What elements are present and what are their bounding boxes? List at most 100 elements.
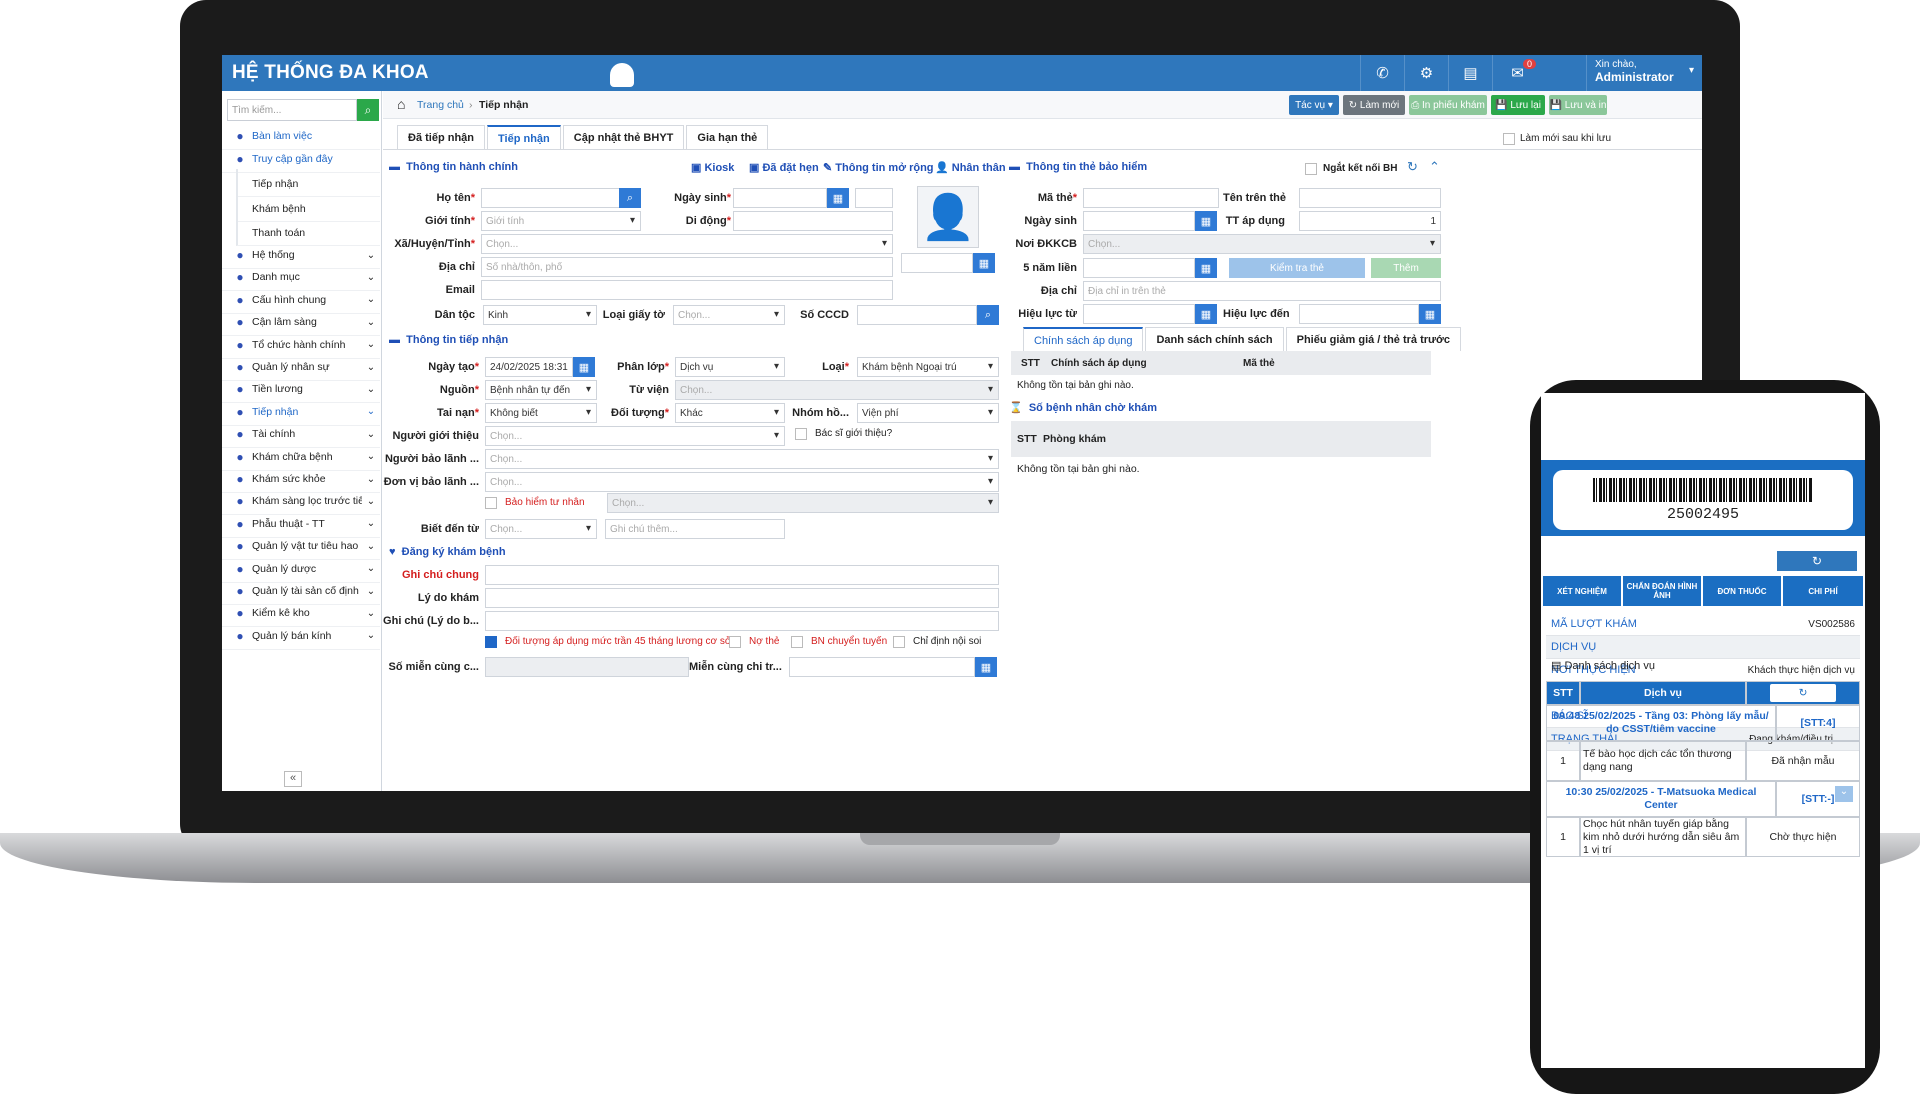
tab-voucher[interactable]: Phiếu giảm giá / thẻ trả trước <box>1285 327 1461 351</box>
calendar-icon[interactable]: ▦ <box>1195 211 1217 231</box>
phone-tab-imaging[interactable]: CHẨN ĐOÁN HÌNH ẢNH <box>1623 576 1701 606</box>
card-name-input[interactable] <box>1299 188 1441 208</box>
name-label: Họ tên* <box>436 192 475 204</box>
email-input[interactable] <box>481 280 893 300</box>
tab-policy-list[interactable]: Danh sách chính sách <box>1145 327 1284 351</box>
phone-tab-lab[interactable]: XÉT NGHIỆM <box>1543 576 1621 606</box>
dob-input[interactable] <box>733 188 827 208</box>
svc-group-title[interactable]: 09:48 25/02/2025 - Tầng 03: Phòng lấy mẫ… <box>1546 705 1776 741</box>
subject-select[interactable]: Khác <box>675 403 785 423</box>
task-button[interactable]: Tác vụ ▾ <box>1289 95 1339 115</box>
check-card-button[interactable]: Kiểm tra thẻ <box>1229 258 1365 278</box>
refresh-button[interactable]: ↻ Làm mới <box>1343 95 1405 115</box>
tier-select[interactable]: Dịch vụ <box>675 357 785 377</box>
card-no-input[interactable] <box>1083 188 1219 208</box>
chk-45-checkbox[interactable] <box>485 636 497 648</box>
tt-input[interactable]: 1 <box>1299 211 1441 231</box>
exempt-input[interactable] <box>485 657 689 677</box>
private-insurance-select[interactable]: Chọn... <box>607 493 999 513</box>
relatives-link[interactable]: 👤 Nhân thân <box>935 161 1006 174</box>
phone-tab-cost[interactable]: CHI PHÍ <box>1783 576 1863 606</box>
phone-refresh-button[interactable]: ↻ <box>1777 551 1857 571</box>
phone-icon[interactable]: ✆ <box>1360 55 1404 91</box>
print-button[interactable]: ⎙ In phiếu khám <box>1409 95 1487 115</box>
address-input[interactable]: Số nhà/thôn, phố <box>481 257 893 277</box>
name-input[interactable] <box>481 188 621 208</box>
search-icon[interactable]: ⌕ <box>357 99 379 121</box>
ins-dob-input[interactable] <box>1083 211 1195 231</box>
calendar-icon[interactable]: ▦ <box>827 188 849 208</box>
home-icon[interactable]: ⌂ <box>397 96 405 112</box>
source-select[interactable]: Bệnh nhân tự đến <box>485 380 597 400</box>
calendar-icon[interactable]: ▦ <box>1419 304 1441 324</box>
ref-doctor-checkbox[interactable] <box>795 428 807 440</box>
knew-from-select[interactable]: Chọn... <box>485 519 597 539</box>
paper-type-select[interactable]: Chọn... <box>673 305 785 325</box>
new-after-save-checkbox[interactable] <box>1503 133 1515 145</box>
accident-select[interactable]: Không biết <box>485 403 597 423</box>
type-select[interactable]: Khám bệnh Ngoại trú <box>857 357 999 377</box>
valid-to-input[interactable] <box>1299 304 1419 324</box>
guarantor-select[interactable]: Chọn... <box>485 449 999 469</box>
grid-icon[interactable]: ▦ <box>973 253 995 273</box>
note2-input[interactable] <box>485 611 999 631</box>
svc-group-title[interactable]: 10:30 25/02/2025 - T-Matsuoka Medical Ce… <box>1546 781 1776 817</box>
debt-checkbox[interactable] <box>729 636 741 648</box>
tab-policy-applied[interactable]: Chính sách áp dụng <box>1023 327 1144 351</box>
common-note-input[interactable] <box>485 565 999 585</box>
sidebar-collapse-button[interactable]: « <box>284 771 302 787</box>
exempt-to-input[interactable] <box>789 657 975 677</box>
calendar-icon[interactable]: ▦ <box>1195 258 1217 278</box>
save-print-button[interactable]: 💾 Lưu và in <box>1549 95 1607 115</box>
tab-extend-card[interactable]: Gia hạn thẻ <box>686 125 769 149</box>
note2-label: Ghi chú (Lý do b... <box>383 615 479 627</box>
five-years-input[interactable] <box>1083 258 1195 278</box>
phone-tab-prescription[interactable]: ĐƠN THUỐC <box>1703 576 1781 606</box>
photo-input[interactable] <box>901 253 973 273</box>
group-select[interactable]: Viện phí <box>857 403 999 423</box>
sidebar-item[interactable]: ● Quản lý bán kính ⌄ <box>222 623 380 650</box>
refresh-icon[interactable]: ↻ <box>1407 159 1418 175</box>
age-input[interactable] <box>855 188 893 208</box>
search-icon[interactable]: ⌕ <box>977 305 999 325</box>
tab-reception[interactable]: Tiếp nhận <box>487 125 561 149</box>
ward-select[interactable]: Chọn... <box>481 234 893 254</box>
group-label: Nhóm hồ... <box>792 407 849 419</box>
calendar-icon[interactable]: ▦ <box>1195 304 1217 324</box>
from-hospital-select[interactable]: Chọn... <box>675 380 999 400</box>
referrer-select[interactable]: Chọn... <box>485 426 785 446</box>
extended-info-link[interactable]: ✎ Thông tin mở rộng <box>823 161 934 174</box>
tab-update-bhyt[interactable]: Cập nhật thẻ BHYT <box>562 125 685 149</box>
ins-address-input[interactable]: Địa chỉ in trên thẻ <box>1083 281 1441 301</box>
reg-place-select[interactable]: Chọn... <box>1083 234 1441 254</box>
transfer-checkbox[interactable] <box>791 636 803 648</box>
tab-received[interactable]: Đã tiếp nhận <box>397 125 486 149</box>
reason-input[interactable] <box>485 588 999 608</box>
disconnect-checkbox[interactable] <box>1305 163 1317 175</box>
ethnic-select[interactable]: Kinh <box>483 305 597 325</box>
chevron-up-icon[interactable]: ⌃ <box>1429 159 1440 175</box>
card-icon[interactable]: ▤ <box>1448 55 1492 91</box>
sidebar-search-input[interactable]: Tìm kiếm... <box>227 99 357 121</box>
cccd-input[interactable] <box>857 305 977 325</box>
endoscopy-checkbox[interactable] <box>893 636 905 648</box>
mail-icon[interactable]: ✉ 0 <box>1492 55 1542 91</box>
calendar-icon[interactable]: ▦ <box>573 357 595 377</box>
save-button[interactable]: 💾 Lưu lại <box>1491 95 1545 115</box>
private-insurance-checkbox[interactable] <box>485 497 497 509</box>
calendar-icon[interactable]: ▦ <box>975 657 997 677</box>
breadcrumb-home[interactable]: Trang chủ <box>417 99 464 111</box>
guarantor-unit-select[interactable]: Chọn... <box>485 472 999 492</box>
add-card-button[interactable]: Thêm <box>1371 258 1441 278</box>
gender-select[interactable]: Giới tính <box>481 211 641 231</box>
user-menu[interactable]: Xin chào, Administrator ▾ <box>1586 55 1702 91</box>
booked-link[interactable]: ▣ Đã đặt hẹn <box>749 161 819 174</box>
avatar[interactable]: 👤 <box>917 186 979 248</box>
mobile-input[interactable] <box>733 211 893 231</box>
note-input[interactable]: Ghi chú thêm... <box>605 519 785 539</box>
valid-from-input[interactable] <box>1083 304 1195 324</box>
svc-refresh-icon[interactable]: ↻ <box>1770 684 1836 702</box>
cogs-icon[interactable]: ⚙ <box>1404 55 1448 91</box>
created-input[interactable]: 24/02/2025 18:31 <box>485 357 573 377</box>
kiosk-link[interactable]: ▣ Kiosk <box>691 161 734 174</box>
